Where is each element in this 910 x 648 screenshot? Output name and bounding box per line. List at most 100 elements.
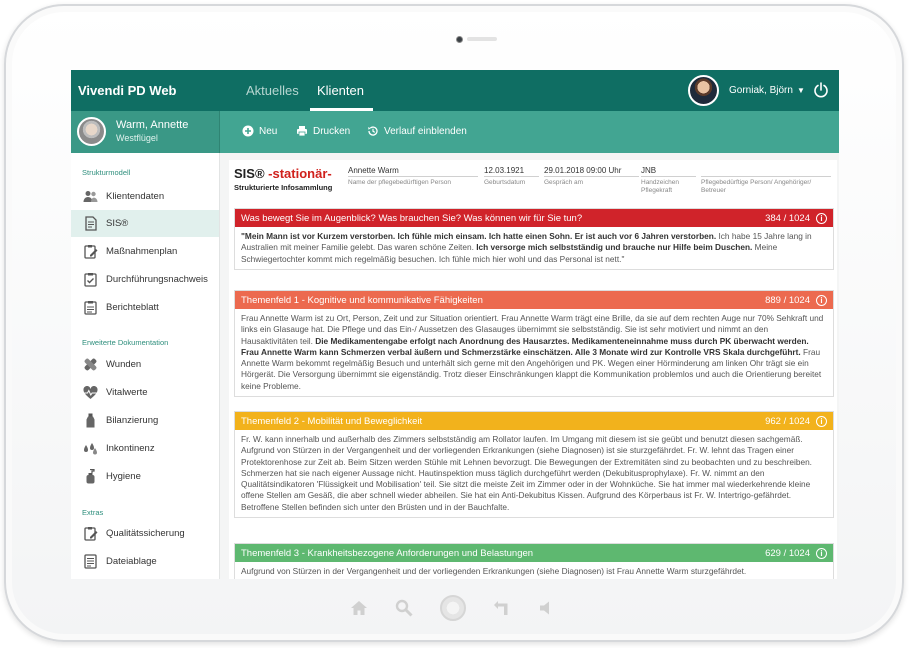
sis-panel-themenfeld-3: Themenfeld 3 - Krankheitsbezogene Anford… (234, 543, 834, 579)
sidebar-item-hygiene[interactable]: Hygiene (71, 463, 219, 490)
field-label: Handzeichen Pflegekraft (641, 179, 679, 194)
header-field-name: Annette Warm Name der pflegebedürftigen … (348, 166, 478, 187)
search-icon[interactable] (395, 599, 413, 617)
history-button-label: Verlauf einblenden (384, 125, 467, 137)
info-icon[interactable]: i (816, 294, 827, 306)
tab-klienten[interactable]: Klienten (317, 83, 364, 98)
panel-header[interactable]: Was bewegt Sie im Augenblick? Was brauch… (235, 209, 833, 227)
clipboard-icon (83, 300, 98, 315)
field-label: Geburtsdatum (484, 179, 526, 186)
sis-content: SIS® -stationär- Strukturierte Infosamml… (229, 160, 837, 579)
print-button-label: Drucken (313, 125, 351, 137)
user-name[interactable]: Gorniak, Björn (729, 85, 793, 96)
clipboard-edit-icon (83, 244, 98, 259)
sidebar-item-label: Wunden (106, 359, 142, 370)
panel-text[interactable]: Aufgrund von Stürzen in der Vergangenhei… (235, 562, 833, 579)
panel-title: Themenfeld 1 - Kognitive und kommunikati… (241, 294, 483, 306)
heart-pulse-icon (83, 385, 98, 400)
sidebar-item-label: Hygiene (106, 471, 141, 482)
field-value: JNB (641, 166, 696, 177)
camera-label (467, 37, 497, 41)
bandage-icon (83, 357, 98, 372)
sidebar-item-massnahmenplan[interactable]: Maßnahmenplan (71, 238, 219, 265)
sidebar-item-bilanzierung[interactable]: Bilanzierung (71, 407, 219, 434)
info-icon[interactable]: i (816, 212, 827, 224)
panel-header[interactable]: Themenfeld 1 - Kognitive und kommunikati… (235, 291, 833, 309)
field-label: Name der pflegebedürftigen Person (348, 179, 451, 186)
sidebar-item-label: Vitalwerte (106, 387, 148, 398)
sidebar-item-dateiablage[interactable]: Dateiablage (71, 548, 219, 575)
sidebar-item-inkontinenz[interactable]: Inkontinenz (71, 435, 219, 462)
panel-text-normal: Fr. W. kann innerhalb und außerhalb des … (241, 434, 812, 512)
people-icon (83, 189, 98, 204)
home-icon[interactable] (350, 600, 368, 616)
sis-title: SIS® -stationär- (234, 166, 332, 181)
clipboard-pen-icon (83, 526, 98, 541)
sidebar-item-label: Klientendaten (106, 191, 165, 202)
sidebar-section-title: Erweiterte Dokumentation (82, 338, 169, 347)
panel-text[interactable]: Frau Annette Warm ist zu Ort, Person, Ze… (235, 309, 833, 396)
drops-icon (83, 441, 98, 456)
chevron-down-icon[interactable]: ▼ (797, 86, 805, 95)
sidebar-item-qualitaetssicherung[interactable]: Qualitätssicherung (71, 520, 219, 547)
printer-icon (297, 126, 307, 137)
top-bar: Vivendi PD Web Aktuelles Klienten Gornia… (71, 70, 839, 111)
sidebar: Strukturmodell Klientendaten SIS® Maßnah… (71, 153, 220, 579)
sidebar-section-title: Extras (82, 508, 104, 517)
speaker-icon[interactable] (538, 600, 554, 616)
panel-text-normal: Aufgrund von Stürzen in der Vergangenhei… (241, 566, 747, 576)
client-toolbar: Warm, Annette Westflügel Neu Drucken Ver… (71, 111, 839, 153)
panel-text[interactable]: Fr. W. kann innerhalb und außerhalb des … (235, 430, 833, 517)
sidebar-item-wunden[interactable]: Wunden (71, 351, 219, 378)
sidebar-item-label: Bilanzierung (106, 415, 159, 426)
power-icon[interactable] (813, 82, 829, 98)
sidebar-item-berichteblatt[interactable]: Berichteblatt (71, 294, 219, 321)
character-count: 889 / 1024 (765, 294, 810, 306)
tab-aktuelles[interactable]: Aktuelles (246, 83, 299, 98)
home-button[interactable] (440, 595, 466, 621)
plus-circle-icon (242, 125, 254, 137)
patient-card[interactable]: Warm, Annette Westflügel (71, 111, 220, 153)
sidebar-item-sis[interactable]: SIS® (71, 210, 219, 237)
sidebar-item-vitalwerte[interactable]: Vitalwerte (71, 379, 219, 406)
sidebar-item-label: Berichteblatt (106, 302, 159, 313)
sis-panel-einstieg: Was bewegt Sie im Augenblick? Was brauch… (234, 208, 834, 270)
history-button[interactable]: Verlauf einblenden (367, 125, 467, 137)
sis-title-prefix: SIS® (234, 166, 269, 181)
field-value: 12.03.1921 (484, 166, 539, 177)
print-button[interactable]: Drucken (296, 125, 350, 137)
sidebar-item-label: Maßnahmenplan (106, 246, 178, 257)
field-value: 29.01.2018 09:00 Uhr (544, 166, 639, 177)
tablet-hardware-buttons (350, 595, 554, 621)
sis-panel-themenfeld-1: Themenfeld 1 - Kognitive und kommunikati… (234, 290, 834, 398)
panel-text[interactable]: "Mein Mann ist vor Kurzem verstorben. Ic… (235, 227, 833, 269)
sidebar-item-durchfuehrungsnachweis[interactable]: Durchführungsnachweis (71, 266, 219, 293)
panel-header[interactable]: Themenfeld 3 - Krankheitsbezogene Anford… (235, 544, 833, 562)
field-label: Pflegebedürftige Person/ Angehöriger/ Be… (701, 179, 812, 194)
field-value (701, 166, 831, 177)
info-icon[interactable]: i (816, 415, 827, 427)
back-icon[interactable] (493, 600, 511, 616)
panel-text-bold: Die Medikamentengabe erfolgt nach Anordn… (241, 335, 809, 357)
app-screen: Vivendi PD Web Aktuelles Klienten Gornia… (71, 70, 839, 579)
info-icon[interactable]: i (816, 547, 827, 559)
history-icon (368, 126, 378, 136)
sidebar-item-label: Qualitätssicherung (106, 528, 185, 539)
character-count: 962 / 1024 (765, 415, 810, 427)
sis-panel-themenfeld-2: Themenfeld 2 - Mobilität und Beweglichke… (234, 411, 834, 519)
header-field-person: Pflegebedürftige Person/ Angehöriger/ Be… (701, 166, 831, 195)
sidebar-item-klientendaten[interactable]: Klientendaten (71, 183, 219, 210)
panel-title: Was bewegt Sie im Augenblick? Was brauch… (241, 212, 583, 224)
new-button[interactable]: Neu (242, 125, 277, 137)
document-icon (83, 216, 98, 231)
new-button-label: Neu (259, 125, 278, 137)
sidebar-item-label: SIS® (106, 218, 129, 229)
sidebar-item-label: Durchführungsnachweis (106, 274, 208, 285)
user-avatar[interactable] (688, 75, 719, 106)
app-title: Vivendi PD Web (78, 83, 177, 98)
character-count: 629 / 1024 (765, 547, 810, 559)
panel-header[interactable]: Themenfeld 2 - Mobilität und Beweglichke… (235, 412, 833, 430)
sis-title-highlight: -stationär- (268, 166, 332, 181)
character-count: 384 / 1024 (765, 212, 810, 224)
header-field-birthdate: 12.03.1921 Geburtsdatum (484, 166, 539, 187)
